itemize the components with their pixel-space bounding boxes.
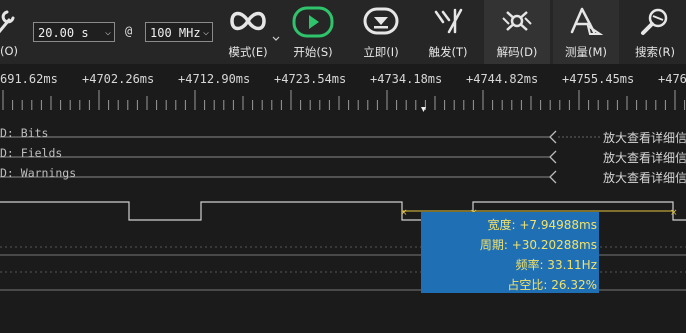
decode-button[interactable]: 解码(D) (484, 0, 550, 64)
measure-start-marker: × (400, 208, 408, 218)
measure-end-marker: × (670, 208, 678, 218)
infinity-icon (230, 11, 266, 31)
mode-button[interactable]: 模式(E) (218, 0, 280, 64)
zoom-hint-bits: 放大查看详细信 (603, 131, 686, 145)
decode-label: 解码(D) (496, 45, 538, 59)
time-ruler[interactable]: 691.62ms +4702.26ms +4712.90ms +4723.54m… (0, 64, 686, 120)
duty-cycle-readout: 占空比: 26.32% (507, 278, 597, 292)
trigger-button[interactable]: 触发(T) (418, 0, 478, 64)
chevron-down-icon: ⌵ (202, 27, 209, 38)
search-label: 搜索(R) (635, 45, 675, 59)
settings-button[interactable]: (O) (0, 0, 26, 64)
period-readout: 周期: +30.20288ms (479, 238, 597, 252)
sample-rate-select[interactable]: 100 MHz ⌵ (145, 22, 213, 42)
toolbar: (O) 20.00 s ⌵ @ 100 MHz ⌵ 模式(E) 开始(S) 立即… (0, 0, 686, 64)
duration-value: 20.00 s (38, 26, 89, 40)
channel-label-warnings: D: Warnings (0, 166, 77, 180)
ruler-ticks (2, 90, 686, 112)
decode-icon (502, 11, 532, 31)
play-icon (292, 6, 334, 38)
immediate-button[interactable]: 立即(I) (351, 0, 411, 64)
sample-rate-value: 100 MHz (150, 26, 201, 40)
frequency-readout: 频率: 33.11Hz (515, 258, 597, 272)
measure-label: 测量(M) (565, 45, 607, 59)
search-button[interactable]: 搜索(R) (624, 0, 686, 64)
zoom-hint-fields: 放大查看详细信 (603, 151, 686, 165)
zoom-hint-warnings: 放大查看详细信 (603, 171, 686, 185)
start-label: 开始(S) (293, 45, 333, 59)
trigger-label: 触发(T) (428, 45, 468, 59)
chevron-left-icon (549, 130, 557, 144)
channel-label-bits: D: Bits (0, 126, 49, 140)
chevron-down-icon: ⌵ (104, 27, 111, 38)
duration-select[interactable]: 20.00 s ⌵ (33, 22, 115, 42)
capture-now-icon (363, 7, 399, 35)
measurement-panel: 宽度: +7.94988ms 周期: +30.20288ms 频率: 33.11… (421, 212, 599, 293)
channel-label-fields: D: Fields (0, 146, 63, 160)
measure-icon (570, 7, 604, 35)
search-icon (641, 8, 668, 35)
settings-label: (O) (0, 44, 19, 58)
at-symbol: @ (125, 24, 133, 38)
measure-button[interactable]: 测量(M) (553, 0, 619, 64)
immediate-label: 立即(I) (363, 45, 399, 59)
chevron-left-icon (549, 170, 557, 184)
start-button[interactable]: 开始(S) (283, 0, 343, 64)
chevron-down-icon (272, 36, 280, 41)
wrench-icon (0, 10, 15, 34)
chevron-left-icon (549, 150, 557, 164)
mode-label: 模式(E) (228, 45, 268, 59)
trigger-edge-icon (434, 8, 463, 34)
pulse-width-readout: 宽度: +7.94988ms (487, 218, 597, 232)
